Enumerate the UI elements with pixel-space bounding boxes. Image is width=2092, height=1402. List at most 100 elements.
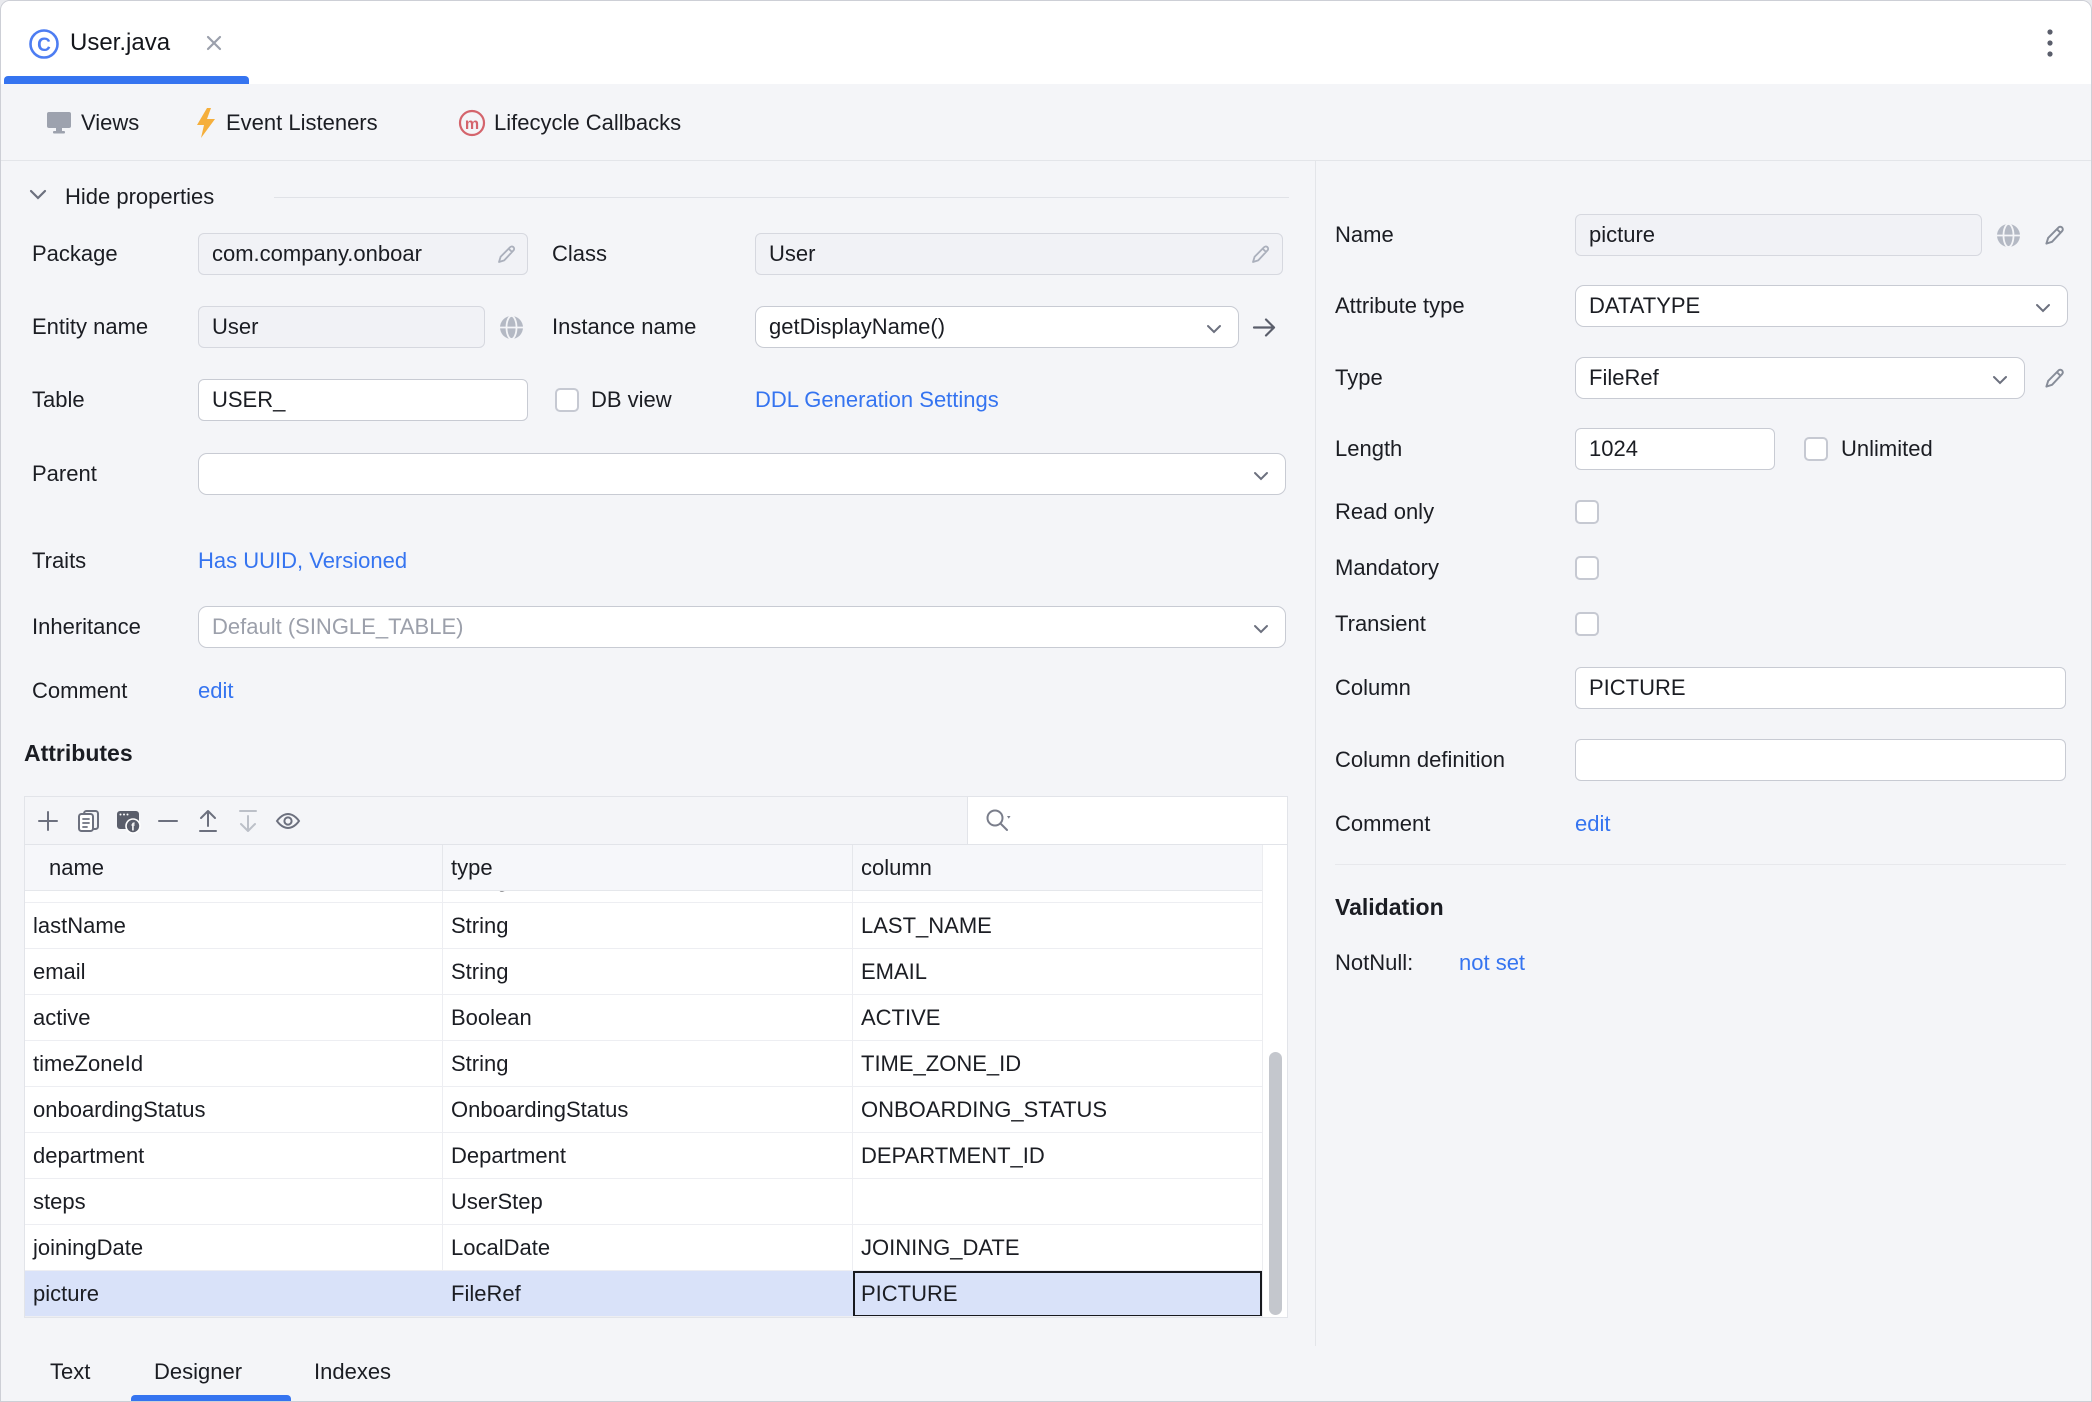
scrollbar-thumb[interactable] xyxy=(1269,1052,1282,1315)
pencil-icon[interactable] xyxy=(2041,223,2067,249)
entity-designer-window: C User.java Views Event Listeners xyxy=(0,0,2092,1402)
attributes-search[interactable] xyxy=(967,797,1287,844)
tab-user-java[interactable]: C User.java xyxy=(1,1,261,84)
pencil-icon[interactable] xyxy=(2041,366,2067,392)
section-rule xyxy=(274,197,1289,198)
table-row[interactable]: activeBooleanACTIVE xyxy=(25,995,1262,1041)
hide-properties-toggle[interactable]: Hide properties xyxy=(29,176,269,218)
cell-name[interactable]: timeZoneId xyxy=(25,1041,442,1087)
mandatory-label: Mandatory xyxy=(1335,547,1439,589)
cell-type[interactable]: String xyxy=(442,891,852,903)
move-down-icon[interactable] xyxy=(235,808,261,834)
table-row[interactable]: lastNameStringLAST_NAME xyxy=(25,903,1262,949)
transient-checkbox[interactable] xyxy=(1575,612,1599,636)
add-to-fetch-plan-icon[interactable]: f xyxy=(115,808,141,834)
cell-column[interactable]: LAST_NAME xyxy=(852,903,1262,949)
attribute-name-field[interactable]: picture xyxy=(1575,214,1982,256)
cell-type[interactable]: String xyxy=(442,1041,852,1087)
read-only-label: Read only xyxy=(1335,491,1434,533)
kebab-menu-icon[interactable] xyxy=(2042,27,2058,61)
mandatory-checkbox[interactable] xyxy=(1575,556,1599,580)
column-header-type[interactable]: type xyxy=(442,845,852,890)
cell-name[interactable]: joiningDate xyxy=(25,1225,442,1271)
cell-type[interactable]: FileRef xyxy=(442,1271,852,1317)
tab-text[interactable]: Text xyxy=(50,1346,90,1402)
comment-edit-link[interactable]: edit xyxy=(198,670,233,712)
traits-link[interactable]: Has UUID, Versioned xyxy=(198,540,407,582)
cell-column[interactable]: JOINING_DATE xyxy=(852,1225,1262,1271)
ddl-generation-settings-link[interactable]: DDL Generation Settings xyxy=(755,379,999,421)
length-field[interactable]: 1024 xyxy=(1575,428,1775,470)
cell-column[interactable]: ONBOARDING_STATUS xyxy=(852,1087,1262,1133)
entity-name-field[interactable]: User xyxy=(198,306,485,348)
table-field[interactable]: USER_ xyxy=(198,379,528,421)
table-row[interactable]: String xyxy=(25,891,1262,903)
cell-name[interactable]: onboardingStatus xyxy=(25,1087,442,1133)
table-row[interactable]: departmentDepartmentDEPARTMENT_ID xyxy=(25,1133,1262,1179)
cell-name[interactable]: steps xyxy=(25,1179,442,1225)
tab-designer[interactable]: Designer xyxy=(154,1346,242,1402)
cell-column[interactable] xyxy=(852,891,1262,903)
globe-icon[interactable] xyxy=(498,314,525,341)
copy-attribute-icon[interactable] xyxy=(75,808,101,834)
cell-name[interactable] xyxy=(25,891,442,903)
cell-column[interactable]: EMAIL xyxy=(852,949,1262,995)
cell-name[interactable]: department xyxy=(25,1133,442,1179)
inheritance-combo[interactable]: Default (SINGLE_TABLE) xyxy=(198,606,1286,648)
column-header-column[interactable]: column xyxy=(852,845,1262,890)
cell-column[interactable]: DEPARTMENT_ID xyxy=(852,1133,1262,1179)
cell-name[interactable]: picture xyxy=(25,1271,442,1317)
search-input[interactable] xyxy=(1022,808,1262,834)
cell-column[interactable]: PICTURE xyxy=(852,1271,1262,1317)
attribute-type-combo[interactable]: DATATYPE xyxy=(1575,285,2068,327)
cell-type[interactable]: UserStep xyxy=(442,1179,852,1225)
table-row[interactable]: emailStringEMAIL xyxy=(25,949,1262,995)
arrow-right-icon[interactable] xyxy=(1251,314,1279,341)
table-row[interactable]: timeZoneIdStringTIME_ZONE_ID xyxy=(25,1041,1262,1087)
table-row[interactable]: joiningDateLocalDateJOINING_DATE xyxy=(25,1225,1262,1271)
cell-name[interactable]: email xyxy=(25,949,442,995)
cell-name[interactable]: active xyxy=(25,995,442,1041)
column-field[interactable]: PICTURE xyxy=(1575,667,2066,709)
add-attribute-icon[interactable] xyxy=(35,808,61,834)
cell-type[interactable]: String xyxy=(442,903,852,949)
pencil-icon[interactable] xyxy=(1248,243,1272,267)
tab-indexes[interactable]: Indexes xyxy=(314,1346,391,1402)
cell-column[interactable]: ACTIVE xyxy=(852,995,1262,1041)
table-row[interactable]: pictureFileRefPICTURE xyxy=(25,1271,1262,1317)
cell-name[interactable]: lastName xyxy=(25,903,442,949)
close-icon[interactable] xyxy=(204,33,224,53)
cell-type[interactable]: LocalDate xyxy=(442,1225,852,1271)
chevron-down-icon xyxy=(1253,624,1269,634)
parent-combo[interactable] xyxy=(198,453,1286,495)
class-field[interactable]: User xyxy=(755,233,1283,275)
detail-comment-edit-link[interactable]: edit xyxy=(1575,803,1610,845)
attributes-toolbar: f xyxy=(25,797,1287,845)
cell-type[interactable]: String xyxy=(442,949,852,995)
eye-icon[interactable] xyxy=(275,808,301,834)
column-label: Column xyxy=(1335,667,1411,709)
table-row[interactable]: onboardingStatusOnboardingStatusONBOARDI… xyxy=(25,1087,1262,1133)
move-up-icon[interactable] xyxy=(195,808,221,834)
notnull-value-link[interactable]: not set xyxy=(1459,942,1525,984)
type-combo[interactable]: FileRef xyxy=(1575,357,2025,399)
globe-icon[interactable] xyxy=(1995,222,2022,249)
column-definition-field[interactable] xyxy=(1575,739,2066,781)
pencil-icon[interactable] xyxy=(494,243,518,267)
instance-name-combo[interactable]: getDisplayName() xyxy=(755,306,1239,348)
cell-type[interactable]: Boolean xyxy=(442,995,852,1041)
cell-type[interactable]: OnboardingStatus xyxy=(442,1087,852,1133)
column-header-name[interactable]: name xyxy=(25,845,442,890)
read-only-checkbox[interactable] xyxy=(1575,500,1599,524)
cell-type[interactable]: Department xyxy=(442,1133,852,1179)
table-row[interactable]: stepsUserStep xyxy=(25,1179,1262,1225)
unlimited-checkbox[interactable] xyxy=(1804,437,1828,461)
svg-text:f: f xyxy=(131,821,135,833)
remove-attribute-icon[interactable] xyxy=(155,808,181,834)
cell-column[interactable] xyxy=(852,1179,1262,1225)
method-m-icon: m xyxy=(458,109,486,137)
package-field[interactable]: com.company.onboar xyxy=(198,233,528,275)
cell-column[interactable]: TIME_ZONE_ID xyxy=(852,1041,1262,1087)
db-view-checkbox[interactable] xyxy=(555,388,579,412)
scrollbar-track[interactable] xyxy=(1262,845,1287,1317)
